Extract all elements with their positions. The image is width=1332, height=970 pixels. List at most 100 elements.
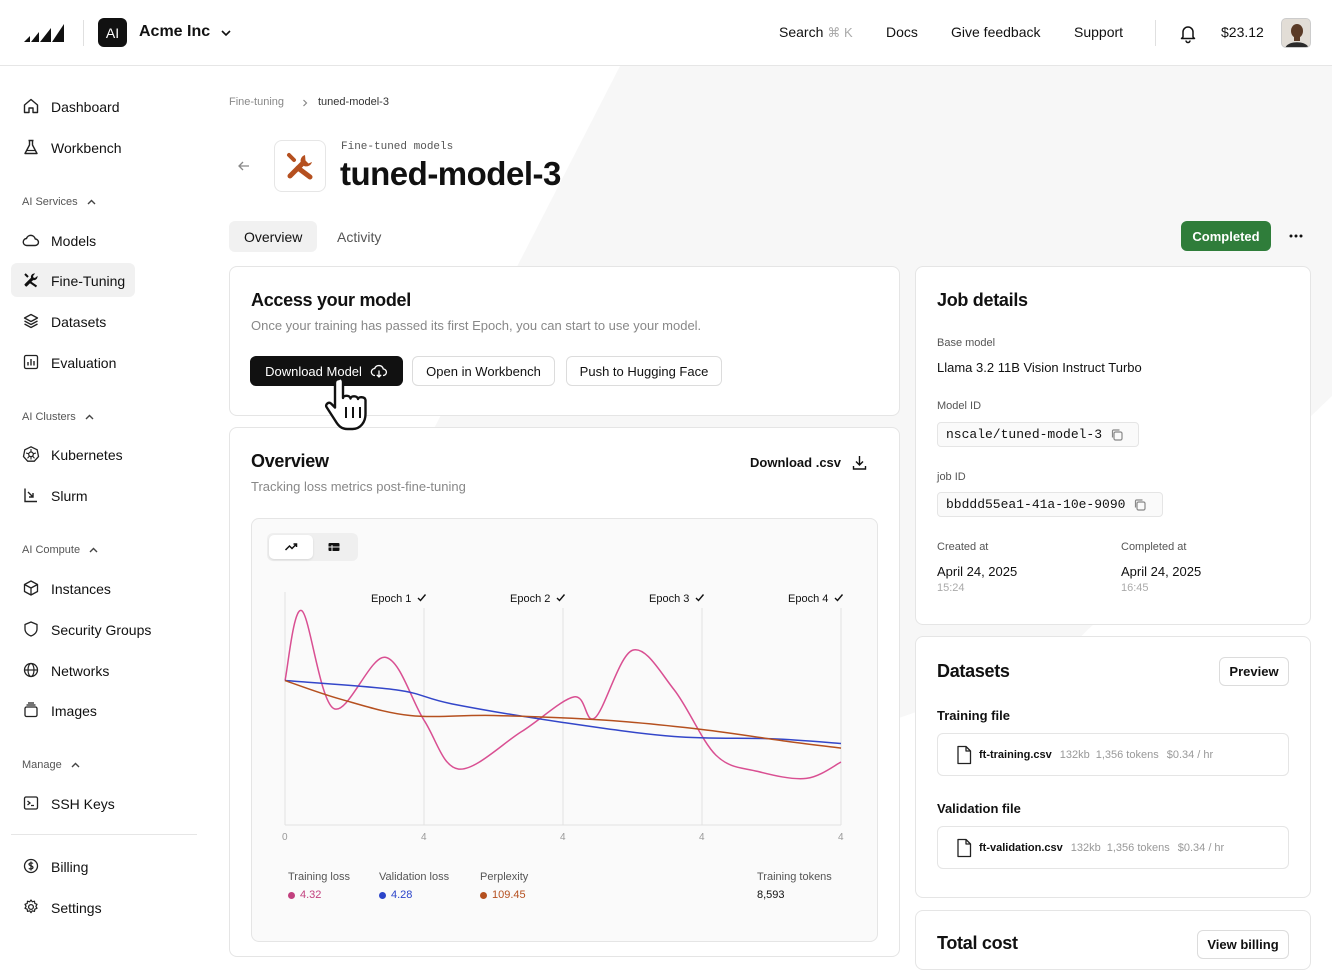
legend-value-validation-loss: 4.28 (379, 889, 412, 901)
file-tokens: 1,356 tokens (1106, 841, 1170, 854)
sidebar-item-networks[interactable]: Networks (11, 653, 135, 687)
sidebar-item-billing[interactable]: Billing (11, 849, 135, 883)
sidebar-item-label: Slurm (51, 488, 88, 504)
download-icon (852, 456, 867, 470)
sidebar-group-label: Manage (22, 759, 62, 771)
validation-file-row[interactable]: ft-validation.csv 132kb 1,356 tokens $0.… (937, 826, 1289, 869)
sidebar-item-ssh-keys[interactable]: SSH Keys (11, 786, 135, 820)
search-link[interactable]: Search ⌘ K (779, 24, 853, 41)
search-shortcut: ⌘ K (827, 25, 853, 40)
globe-icon (23, 662, 39, 678)
flask-icon (24, 139, 38, 155)
completed-at-time: 16:45 (1121, 582, 1149, 594)
avatar[interactable] (1281, 18, 1311, 48)
legend-dot (480, 891, 487, 899)
sidebar-item-label: Models (51, 233, 97, 249)
docs-link[interactable]: Docs (886, 24, 918, 40)
file-size: 132kb (1070, 841, 1101, 854)
bar-chart-icon (23, 354, 39, 370)
view-billing-button[interactable]: View billing (1197, 930, 1289, 959)
org-badge[interactable]: AI (98, 18, 127, 47)
page-eyebrow: Fine-tuned models (341, 141, 454, 153)
sidebar-item-models[interactable]: Models (11, 223, 135, 257)
sidebar-item-dashboard[interactable]: Dashboard (11, 89, 135, 123)
sidebar: Dashboard Workbench AI Services Models F… (0, 66, 210, 948)
legend-value-text: 4.32 (300, 889, 322, 901)
training-file-row[interactable]: ft-training.csv 132kb 1,356 tokens $0.34… (937, 733, 1289, 776)
sidebar-item-security-groups[interactable]: Security Groups (11, 612, 161, 646)
sidebar-group-ai-services[interactable]: AI Services (22, 196, 97, 208)
job-details-title: Job details (937, 290, 1028, 310)
layers-icon (23, 313, 39, 329)
cloud-icon (22, 234, 40, 247)
training-tokens-label: Training tokens (757, 871, 832, 883)
job-id-label: job ID (937, 471, 966, 483)
overview-subtitle: Tracking loss metrics post-fine-tuning (251, 479, 466, 494)
legend-label-validation-loss: Validation loss (379, 871, 450, 883)
sidebar-item-workbench[interactable]: Workbench (11, 130, 135, 164)
sidebar-group-ai-compute[interactable]: AI Compute (22, 544, 99, 556)
slurm-icon (24, 488, 37, 503)
sidebar-item-kubernetes[interactable]: Kubernetes (11, 437, 135, 471)
legend-dot (288, 891, 295, 899)
top-bar: AI Acme Inc Search ⌘ K Docs Give feedback… (0, 0, 1332, 66)
trending-up-icon (284, 543, 298, 551)
sidebar-item-instances[interactable]: Instances (11, 571, 135, 605)
open-in-workbench-button[interactable]: Open in Workbench (412, 356, 555, 386)
overview-title: Overview (251, 451, 329, 471)
line-view-toggle[interactable] (269, 535, 313, 559)
sidebar-item-images[interactable]: Images (11, 693, 135, 727)
avatar-image (1282, 19, 1310, 47)
sidebar-group-label: AI Compute (22, 544, 81, 556)
give-feedback-link[interactable]: Give feedback (951, 24, 1041, 40)
sidebar-item-label: Kubernetes (51, 447, 123, 463)
dollar-icon (23, 858, 39, 874)
table-view-toggle[interactable] (312, 535, 356, 559)
model-id-label: Model ID (937, 400, 982, 412)
sidebar-group-ai-clusters[interactable]: AI Clusters (22, 411, 95, 423)
brand-logo-icon[interactable] (24, 22, 66, 44)
gear-icon (24, 899, 38, 914)
breadcrumb-parent[interactable]: Fine-tuning (229, 96, 284, 108)
account-balance[interactable]: $23.12 (1221, 24, 1264, 40)
epoch-label: Epoch 1 (371, 592, 427, 605)
file-icon (957, 838, 972, 857)
copy-icon[interactable] (1133, 498, 1147, 512)
access-card-title: Access your model (251, 290, 411, 310)
file-name: ft-training.csv (979, 748, 1052, 761)
download-csv-button[interactable]: Download .csv (750, 454, 868, 471)
org-name[interactable]: Acme Inc (139, 23, 210, 41)
legend-value-perplexity: 109.45 (480, 889, 526, 901)
model-id-chip[interactable]: nscale/tuned-model-3 (937, 422, 1139, 447)
sidebar-group-manage[interactable]: Manage (22, 759, 81, 771)
sidebar-item-datasets[interactable]: Datasets (11, 304, 135, 338)
sidebar-item-slurm[interactable]: Slurm (11, 478, 135, 512)
sidebar-item-fine-tuning[interactable]: Fine-Tuning (11, 263, 135, 297)
job-id-chip[interactable]: bbddd55ea1-41a-10e-9090 (937, 492, 1163, 517)
tools-icon (287, 153, 313, 180)
chevron-up-icon (89, 547, 98, 552)
file-name: ft-validation.csv (979, 841, 1063, 854)
sidebar-item-evaluation[interactable]: Evaluation (11, 345, 135, 379)
preview-button[interactable]: Preview (1219, 657, 1289, 686)
download-csv-label: Download .csv (750, 455, 842, 470)
sidebar-item-settings[interactable]: Settings (11, 890, 135, 924)
check-icon (689, 593, 705, 605)
completed-at-label: Completed at (1121, 541, 1187, 553)
sidebar-item-label: Settings (51, 900, 102, 916)
check-icon (411, 593, 427, 605)
epoch-label-text: Epoch 3 (649, 593, 690, 605)
copy-icon[interactable] (1110, 428, 1124, 442)
bell-icon[interactable] (1177, 22, 1199, 44)
push-to-hugging-face-button[interactable]: Push to Hugging Face (566, 356, 722, 386)
support-link[interactable]: Support (1074, 24, 1123, 40)
legend-dot (379, 891, 386, 899)
sidebar-group-label: AI Clusters (22, 411, 76, 423)
back-arrow-icon[interactable] (236, 158, 252, 174)
tab-activity[interactable]: Activity (322, 221, 396, 252)
more-options-icon[interactable] (1286, 226, 1306, 246)
check-icon (828, 593, 844, 605)
epoch-label: Epoch 2 (510, 592, 566, 605)
tab-overview[interactable]: Overview (229, 221, 318, 252)
chevron-down-icon[interactable] (219, 26, 233, 40)
